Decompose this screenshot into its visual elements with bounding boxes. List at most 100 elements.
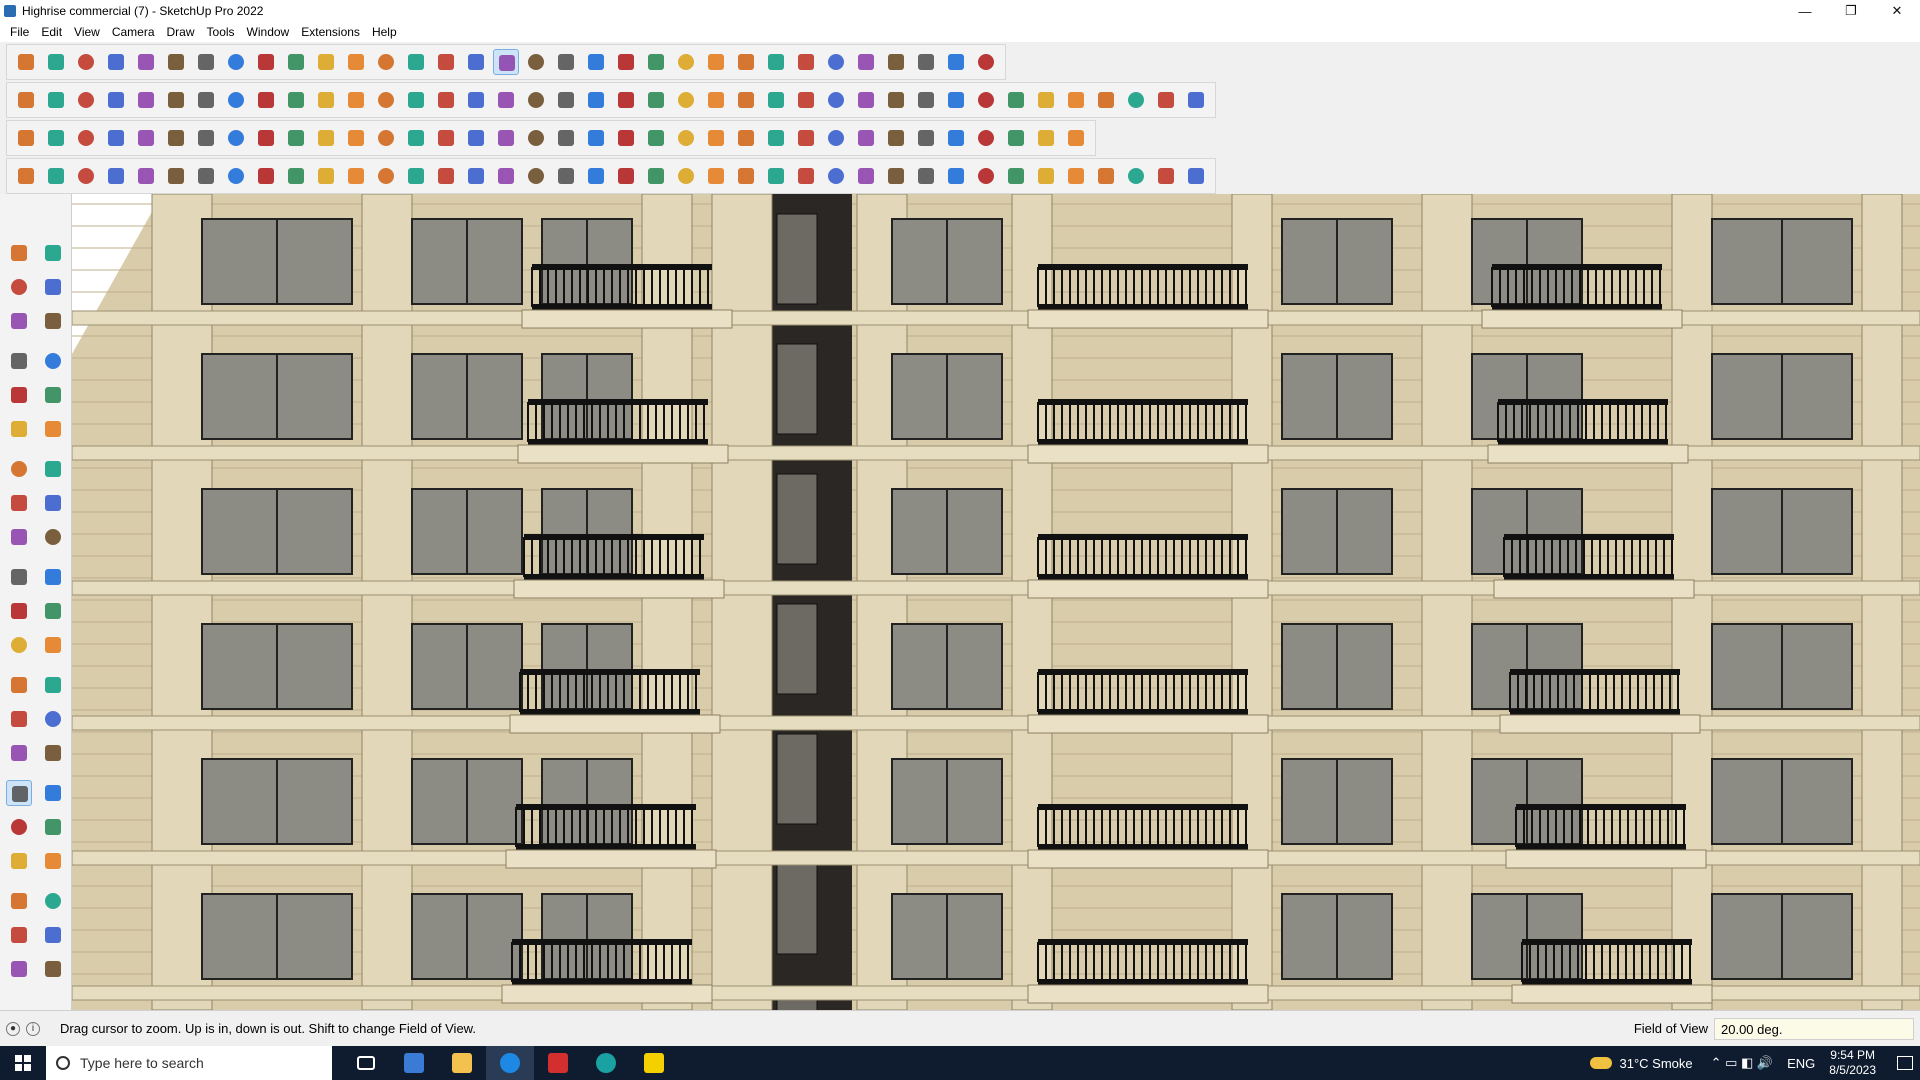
car-icon[interactable] xyxy=(73,163,99,189)
sandbox-icon[interactable] xyxy=(853,49,879,75)
top-view-icon[interactable] xyxy=(43,87,69,113)
shape2-icon[interactable] xyxy=(163,163,189,189)
skin-icon[interactable] xyxy=(613,163,639,189)
fan-icon[interactable] xyxy=(1003,163,1029,189)
download-icon[interactable] xyxy=(823,49,849,75)
magnet-icon[interactable] xyxy=(733,125,759,151)
maximize-button[interactable]: ❐ xyxy=(1828,0,1874,22)
lattice2-icon[interactable] xyxy=(913,163,939,189)
fins-icon[interactable] xyxy=(973,163,999,189)
menu-view[interactable]: View xyxy=(68,25,106,39)
chamfer-icon[interactable] xyxy=(343,163,369,189)
line-icon[interactable] xyxy=(103,49,129,75)
drape-icon[interactable] xyxy=(433,163,459,189)
connect-icon[interactable] xyxy=(463,125,489,151)
select-icon[interactable] xyxy=(43,49,69,75)
undo-icon[interactable] xyxy=(913,49,939,75)
clock[interactable]: 9:54 PM 8/5/2023 xyxy=(1829,1048,1876,1078)
arc3-icon[interactable] xyxy=(40,490,66,516)
fillet-icon[interactable] xyxy=(313,163,339,189)
menu-draw[interactable]: Draw xyxy=(161,25,201,39)
bezier-icon[interactable] xyxy=(883,87,909,113)
box-icon[interactable] xyxy=(103,125,129,151)
path-icon[interactable] xyxy=(373,125,399,151)
rake-icon[interactable] xyxy=(733,163,759,189)
move-icon[interactable] xyxy=(6,524,32,550)
push-pull-icon[interactable] xyxy=(193,49,219,75)
walk-icon[interactable] xyxy=(6,888,32,914)
paint-icon[interactable] xyxy=(6,274,32,300)
stairs-icon[interactable] xyxy=(1093,87,1119,113)
lattice-icon[interactable] xyxy=(943,125,969,151)
arc-icon[interactable] xyxy=(6,456,32,482)
curve-icon[interactable] xyxy=(313,87,339,113)
stamp-icon[interactable] xyxy=(463,87,489,113)
layers-icon[interactable] xyxy=(40,922,66,948)
split-icon[interactable] xyxy=(253,87,279,113)
protractor-icon[interactable] xyxy=(6,672,32,698)
3d-text-icon[interactable] xyxy=(40,706,66,732)
slice-icon[interactable] xyxy=(403,163,429,189)
menu-extensions[interactable]: Extensions xyxy=(295,25,366,39)
front-view-icon[interactable] xyxy=(73,87,99,113)
circle-icon[interactable] xyxy=(733,87,759,113)
hand-icon[interactable] xyxy=(193,163,219,189)
axes-icon[interactable] xyxy=(6,706,32,732)
components-icon[interactable] xyxy=(643,49,669,75)
section-icon[interactable] xyxy=(40,888,66,914)
window-icon[interactable] xyxy=(583,87,609,113)
scale-icon[interactable] xyxy=(313,49,339,75)
styles-icon[interactable] xyxy=(6,922,32,948)
menu-tools[interactable]: Tools xyxy=(201,25,241,39)
zoom-icon[interactable] xyxy=(6,780,32,806)
subtract-icon[interactable] xyxy=(163,87,189,113)
explode-icon[interactable] xyxy=(793,125,819,151)
scale-icon[interactable] xyxy=(6,598,32,624)
orbit-icon[interactable] xyxy=(6,740,32,766)
helix-icon[interactable] xyxy=(553,163,579,189)
orbit-icon[interactable] xyxy=(433,49,459,75)
pan-icon[interactable] xyxy=(463,49,489,75)
rectangle-icon[interactable] xyxy=(163,49,189,75)
shape-icon[interactable] xyxy=(823,87,849,113)
dome-icon[interactable] xyxy=(853,163,879,189)
material-icon[interactable] xyxy=(1033,87,1059,113)
cut-icon[interactable] xyxy=(373,163,399,189)
render-icon[interactable] xyxy=(1183,87,1209,113)
paint-bucket-icon[interactable] xyxy=(403,49,429,75)
polygon-icon[interactable] xyxy=(40,416,66,442)
flatten-icon[interactable] xyxy=(133,125,159,151)
wall-tool-icon[interactable] xyxy=(223,125,249,151)
sketchup-taskbar-button[interactable] xyxy=(486,1046,534,1080)
follow-me-icon[interactable] xyxy=(40,564,66,590)
join-icon[interactable] xyxy=(943,87,969,113)
loop2-icon[interactable] xyxy=(583,125,609,151)
roof-icon[interactable] xyxy=(553,87,579,113)
menu-file[interactable]: File xyxy=(4,25,35,39)
move-icon[interactable] xyxy=(253,49,279,75)
tape-measure-icon[interactable] xyxy=(343,49,369,75)
calculator-button[interactable] xyxy=(390,1046,438,1080)
styles-icon[interactable] xyxy=(613,49,639,75)
loop-icon[interactable] xyxy=(163,125,189,151)
file-explorer-button[interactable] xyxy=(438,1046,486,1080)
grid-icon[interactable] xyxy=(913,125,939,151)
pan-icon[interactable] xyxy=(40,740,66,766)
notifications-button[interactable] xyxy=(1890,1046,1920,1080)
rotate-icon[interactable] xyxy=(6,564,32,590)
array-icon[interactable] xyxy=(673,125,699,151)
orbit-pick-icon[interactable] xyxy=(40,240,66,266)
spring-icon[interactable] xyxy=(1063,163,1089,189)
freehand-icon[interactable] xyxy=(40,348,66,374)
components-icon[interactable] xyxy=(6,956,32,982)
position-camera-icon[interactable] xyxy=(6,848,32,874)
sphere-icon[interactable] xyxy=(223,163,249,189)
gear-icon[interactable] xyxy=(883,125,909,151)
extrude-icon[interactable] xyxy=(193,125,219,151)
iso-view-icon[interactable] xyxy=(13,87,39,113)
scissors-icon[interactable] xyxy=(763,163,789,189)
minimize-button[interactable]: — xyxy=(1782,0,1828,22)
solid-icon[interactable] xyxy=(883,49,909,75)
weather-widget[interactable]: 31°C Smoke xyxy=(1589,1056,1693,1071)
union-icon[interactable] xyxy=(133,87,159,113)
